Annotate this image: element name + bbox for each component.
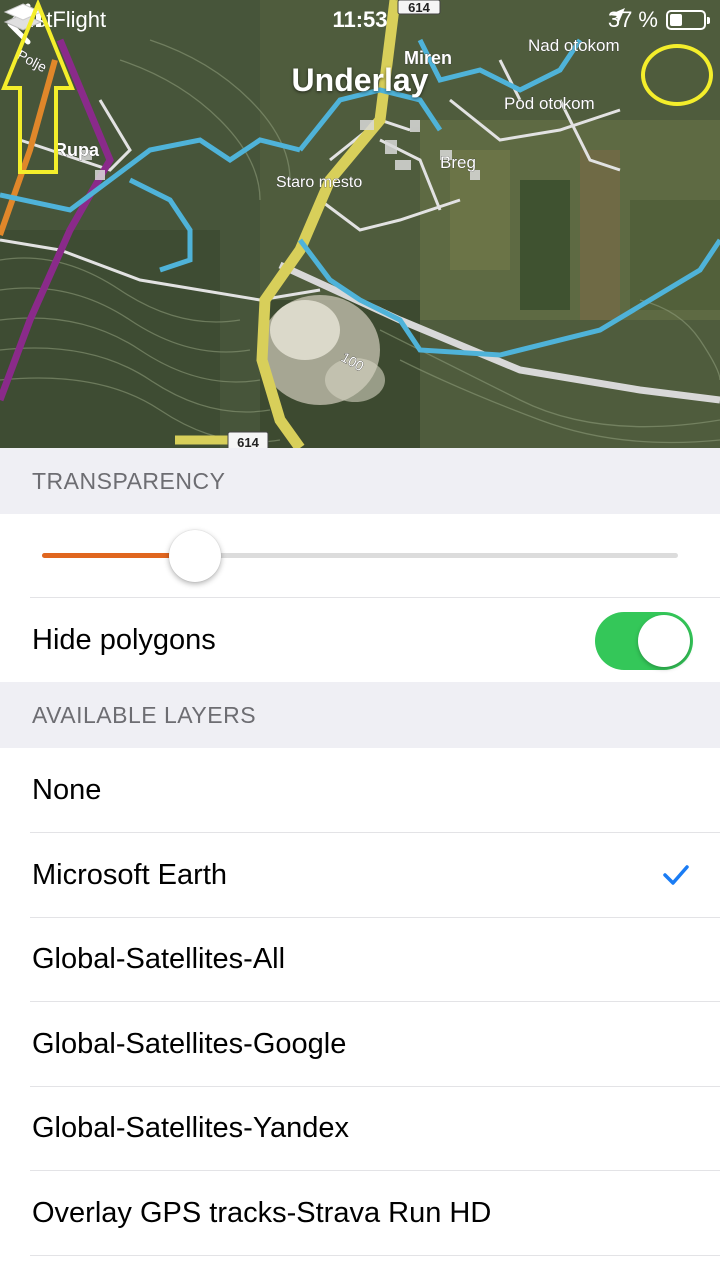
layer-item[interactable]: None xyxy=(0,749,720,832)
transparency-slider-thumb[interactable] xyxy=(168,530,221,582)
transparency-row xyxy=(0,514,720,598)
divider xyxy=(30,1255,720,1256)
layer-item[interactable]: Overlay GPS tracks-Strava Run HD xyxy=(0,1172,720,1255)
checkmark-icon xyxy=(663,865,689,885)
layer-item[interactable]: Global-Satellites-All xyxy=(0,918,720,1001)
hide-polygons-label: Hide polygons xyxy=(32,623,216,656)
layer-item-label: Microsoft Earth xyxy=(32,859,227,891)
highlight-circle xyxy=(641,44,713,106)
map-view[interactable]: 614 614 Polje Miren Nad otokom Pod otoko… xyxy=(0,0,720,448)
map-label-breg: Breg xyxy=(440,153,476,172)
battery-icon xyxy=(666,10,710,30)
available-layers-header: AVAILABLE LAYERS xyxy=(0,682,720,748)
divider xyxy=(30,1170,720,1171)
map-label-staro-mesto: Staro mesto xyxy=(276,174,362,191)
highlight-arrow-icon xyxy=(1,0,75,174)
transparency-header: TRANSPARENCY xyxy=(0,448,720,514)
layer-item-label: Global-Satellites-All xyxy=(32,943,286,975)
status-bar: TestFlight 11:53 37 % xyxy=(0,0,720,40)
layer-item-label: Global-Satellites-Google xyxy=(32,1028,347,1060)
toggle-knob xyxy=(638,615,690,667)
transparency-slider-track[interactable] xyxy=(42,553,678,558)
layer-item[interactable]: Global-Satellites-Google xyxy=(0,1003,720,1086)
page-title: Underlay xyxy=(291,62,429,98)
layer-item[interactable]: Global-Satellites-Yandex xyxy=(0,1087,720,1170)
status-bar-right: 37 % xyxy=(608,7,710,33)
hide-polygons-toggle[interactable] xyxy=(595,612,693,670)
layer-item-label: Overlay GPS tracks-Strava Run HD xyxy=(32,1197,492,1229)
layer-item[interactable]: Microsoft Earth xyxy=(0,834,720,917)
location-icon xyxy=(608,8,625,24)
layer-item-label: Global-Satellites-Yandex xyxy=(32,1112,350,1144)
divider xyxy=(30,832,720,833)
divider xyxy=(30,1001,720,1002)
road-number-bottom: 614 xyxy=(237,435,259,448)
layer-item-label: None xyxy=(32,774,102,806)
